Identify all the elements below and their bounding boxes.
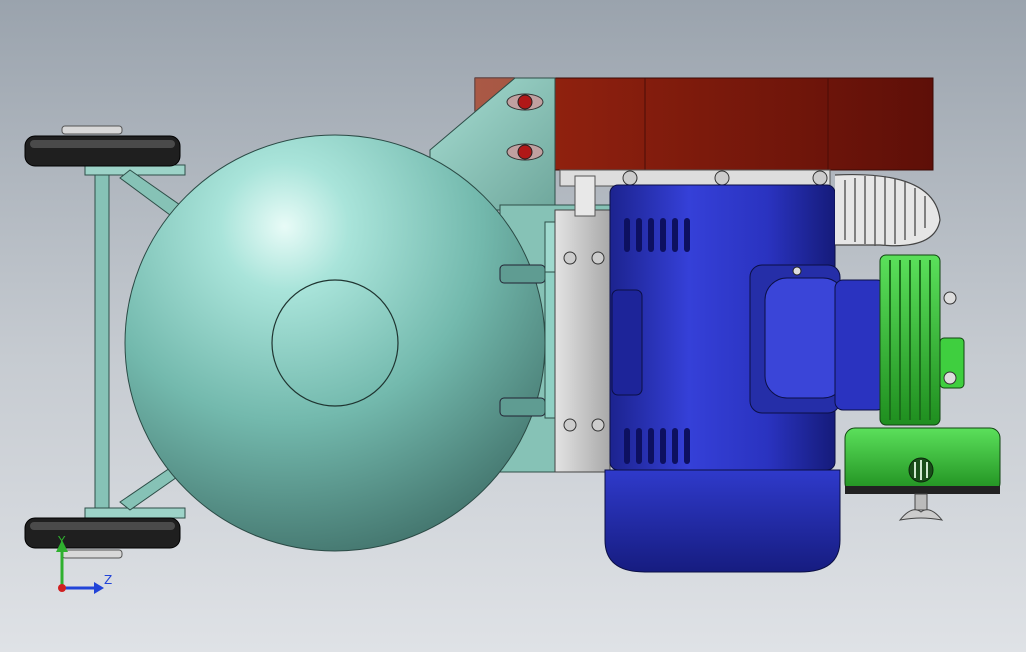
- motor-end-cap: [604, 469, 841, 573]
- wheel-bottom: [24, 517, 181, 559]
- delivery-hose: [834, 173, 941, 247]
- wing-nut: [898, 493, 944, 521]
- mount-plate: [554, 209, 611, 473]
- wing-bolt-upper: [506, 93, 544, 111]
- y-axis-label: Y: [57, 534, 66, 548]
- wheel-top: [24, 125, 181, 167]
- cad-viewport[interactable]: Y Z: [0, 0, 1026, 652]
- origin-marker: [58, 584, 66, 592]
- air-pump-cylinder[interactable]: [879, 254, 965, 426]
- terminal-box: [749, 264, 846, 414]
- air-tank[interactable]: [124, 134, 546, 552]
- z-axis-label: Z: [104, 573, 112, 587]
- intake-filter[interactable]: [844, 427, 1001, 494]
- model-view: Y Z: [24, 77, 1001, 594]
- wing-bolt-lower: [506, 143, 544, 161]
